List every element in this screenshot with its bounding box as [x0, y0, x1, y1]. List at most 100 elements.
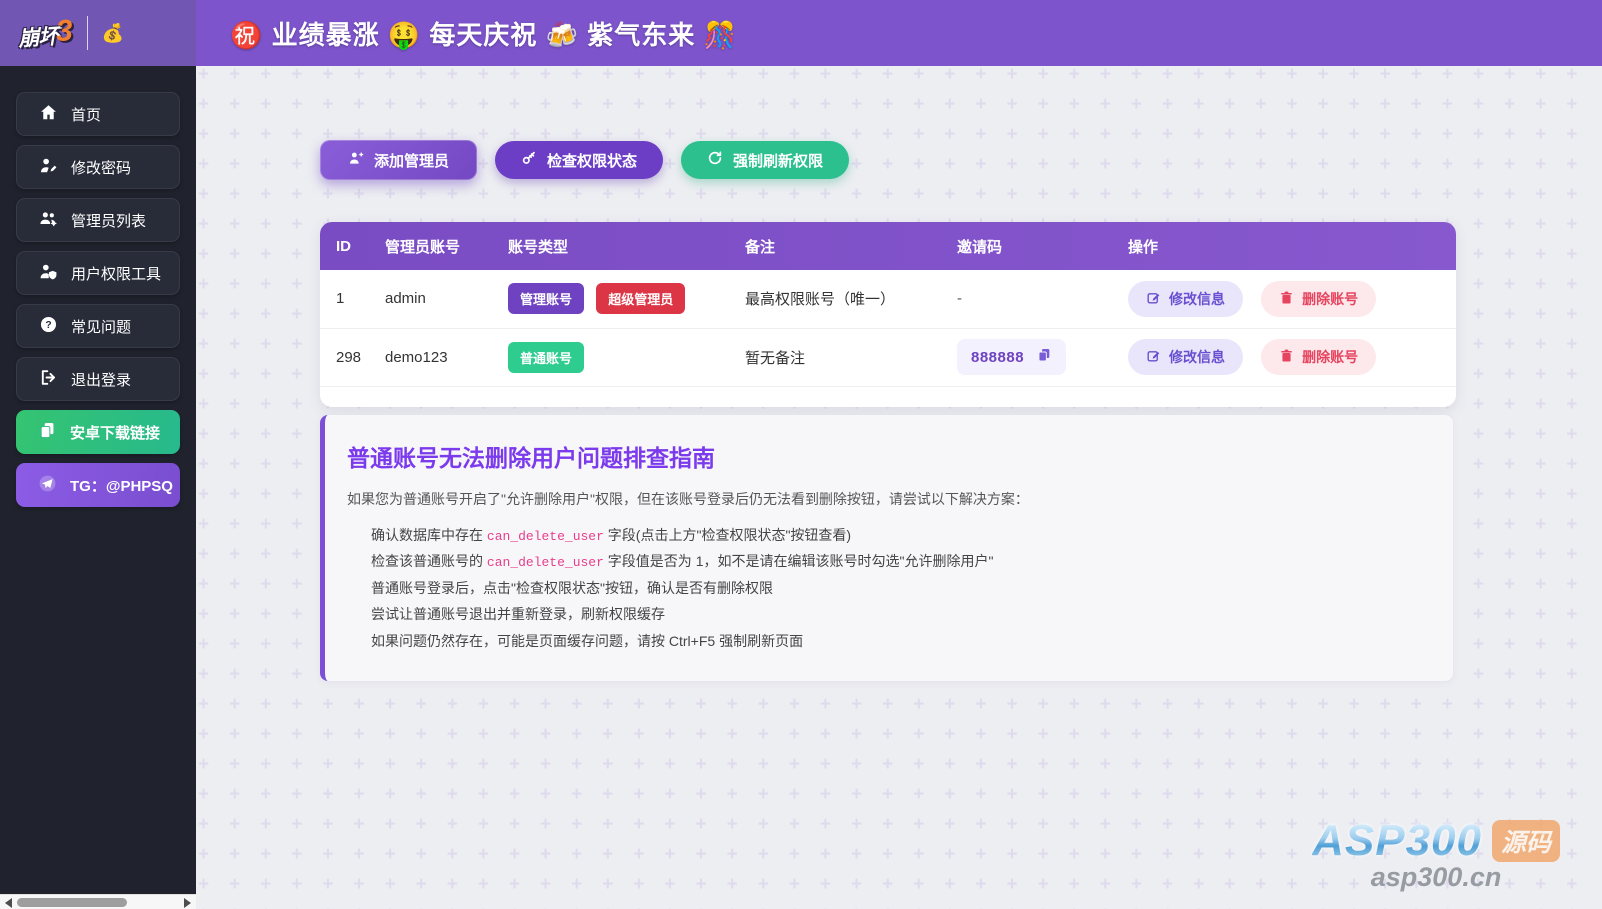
- header-brand-area: 崩坏 3 💰: [0, 0, 196, 66]
- top-header: 崩坏 3 💰 ㊗️ 业绩暴涨 🤑 每天庆祝 🍻 紫气东来 🎊: [0, 0, 1602, 66]
- edit-info-label: 修改信息: [1169, 290, 1225, 307]
- account-type-badge: 普通账号: [508, 341, 585, 373]
- refresh-icon: [707, 150, 723, 170]
- troubleshooting-guide-panel: 普通账号无法删除用户问题排查指南 如果您为普通账号开启了"允许删除用户"权限，但…: [320, 414, 1453, 681]
- main-content: ++++++++++++++++++++++++++++++++++++++++…: [196, 66, 1602, 909]
- watermark: ASP300 源码 asp300.cn: [1312, 816, 1560, 893]
- circle-question-icon: ?: [39, 315, 58, 338]
- code-field-name: can_delete_user: [486, 555, 604, 570]
- add-admin-label: 添加管理员: [374, 152, 450, 170]
- column-header-id: ID: [336, 237, 351, 255]
- watermark-domain: asp300.cn: [1370, 862, 1502, 892]
- sidebar-android-download-link[interactable]: 安卓下载链接: [16, 410, 180, 454]
- sidebar-item-label: 常见问题: [71, 318, 132, 336]
- code-field-name: can_delete_user: [486, 528, 604, 544]
- guide-step: 确认数据库中存在 can_delete_user 字段(点击上方"检查权限状态"…: [371, 526, 852, 544]
- user-shield-icon: [39, 262, 58, 285]
- sidebar-item-faq[interactable]: ? 常见问题: [16, 304, 180, 348]
- sidebar-item-logout[interactable]: 退出登录: [16, 357, 180, 401]
- logo-text: 崩坏: [17, 25, 60, 51]
- guide-step: 普通账号登录后，点击"检查权限状态"按钮，确认是否有删除权限: [371, 579, 773, 596]
- cell-actions: 修改信息 删除账号: [1128, 328, 1456, 386]
- cell-id: 298: [336, 348, 362, 366]
- add-admin-button[interactable]: 添加管理员: [320, 140, 478, 180]
- edit-icon: [1146, 348, 1161, 366]
- cell-actions: 修改信息 删除账号: [1128, 270, 1456, 328]
- watermark-brand: ASP300: [1312, 816, 1482, 865]
- user-pen-icon: [39, 156, 58, 179]
- sidebar-telegram-link[interactable]: TG：@PHPSQ: [16, 463, 180, 507]
- edit-icon: [1146, 290, 1161, 308]
- scrollbar-left-arrow[interactable]: [5, 898, 12, 908]
- guide-step: 尝试让普通账号退出并重新登录，刷新权限缓存: [371, 606, 665, 622]
- cell-note: 最高权限账号（唯一）: [745, 291, 896, 309]
- sidebar-item-change-password[interactable]: 修改密码: [16, 145, 180, 189]
- force-refresh-label: 强制刷新权限: [733, 152, 824, 170]
- sidebar-item-home[interactable]: 首页: [16, 92, 180, 136]
- toolbar: 添加管理员 检查权限状态 强制刷新权限: [320, 140, 1602, 180]
- sidebar-item-label: 修改密码: [71, 159, 132, 177]
- sidebar: 首页 修改密码 管理员列表 用户权限工具 ? 常见问题 退出登录 安卓下载链接 …: [0, 66, 196, 894]
- user-plus-icon: [348, 150, 364, 170]
- force-refresh-button[interactable]: 强制刷新权限: [681, 141, 850, 179]
- cell-invite: -: [957, 270, 1128, 328]
- check-permission-label: 检查权限状态: [547, 152, 638, 170]
- sidebar-item-label: 管理员列表: [71, 212, 147, 230]
- column-header-invite: 邀请码: [957, 238, 1003, 256]
- cell-type: 普通账号: [508, 328, 745, 386]
- header-divider: [86, 16, 88, 50]
- copy-icon: [38, 421, 57, 444]
- sidebar-item-label: 用户权限工具: [71, 265, 162, 283]
- guide-steps: 确认数据库中存在 can_delete_user 字段(点击上方"检查权限状态"…: [371, 523, 1425, 656]
- watermark-badge: 源码: [1491, 820, 1560, 862]
- edit-info-button[interactable]: 修改信息: [1128, 280, 1243, 317]
- scrollbar-right-arrow[interactable]: [184, 898, 191, 908]
- invite-code-empty: -: [957, 290, 962, 308]
- edit-info-label: 修改信息: [1169, 349, 1225, 365]
- check-permission-button[interactable]: 检查权限状态: [495, 141, 664, 179]
- sidebar-item-admin-list[interactable]: 管理员列表: [16, 198, 180, 242]
- trash-icon: [1279, 348, 1294, 366]
- logo-number: 3: [54, 14, 74, 49]
- scrollbar-thumb[interactable]: [17, 898, 127, 907]
- table-header-row: ID 管理员账号 账号类型 备注 邀请码 操作: [320, 222, 1456, 270]
- sidebar-item-label: TG：@PHPSQ: [70, 477, 173, 495]
- users-gear-icon: [39, 209, 58, 232]
- cell-id: 1: [336, 290, 345, 308]
- delete-account-button[interactable]: 删除账号: [1261, 339, 1377, 375]
- cell-invite: 888888: [957, 328, 1128, 386]
- admin-table: ID 管理员账号 账号类型 备注 邀请码 操作 1 admin 管理账号 超级管…: [320, 222, 1456, 387]
- delete-account-button[interactable]: 删除账号: [1261, 280, 1377, 317]
- cell-note: 暂无备注: [745, 349, 806, 367]
- edit-info-button[interactable]: 修改信息: [1128, 339, 1243, 375]
- horizontal-scrollbar[interactable]: [0, 894, 196, 909]
- trash-icon: [1279, 290, 1294, 308]
- table-row: 298 demo123 普通账号 暂无备注 888888 修改信息 删除账号: [320, 328, 1456, 386]
- column-header-type: 账号类型: [508, 238, 569, 256]
- table-row: 1 admin 管理账号 超级管理员 最高权限账号（唯一） - 修改信息 删除账…: [320, 270, 1456, 328]
- telegram-icon: [38, 474, 57, 497]
- invite-code-box[interactable]: 888888: [957, 339, 1067, 375]
- super-admin-badge: 超级管理员: [596, 283, 686, 315]
- guide-step: 检查该普通账号的 can_delete_user 字段值是否为 1，如不是请在编…: [371, 553, 994, 570]
- header-banner: ㊗️ 业绩暴涨 🤑 每天庆祝 🍻 紫气东来 🎊: [196, 0, 1602, 66]
- column-header-account: 管理员账号: [385, 238, 461, 256]
- app-logo: 崩坏 3: [17, 14, 74, 51]
- guide-title: 普通账号无法删除用户问题排查指南: [347, 444, 715, 471]
- svg-text:?: ?: [45, 320, 51, 331]
- guide-step: 如果问题仍然存在，可能是页面缓存问题，请按 Ctrl+F5 强制刷新页面: [371, 632, 804, 649]
- banner-title: ㊗️ 业绩暴涨 🤑 每天庆祝 🍻 紫气东来 🎊: [230, 19, 737, 50]
- column-header-actions: 操作: [1128, 238, 1159, 256]
- cell-account: admin: [385, 290, 426, 308]
- key-icon: [521, 150, 537, 170]
- money-bag-icon: 💰: [101, 22, 125, 43]
- admin-table-card: ID 管理员账号 账号类型 备注 邀请码 操作 1 admin 管理账号 超级管…: [320, 222, 1456, 407]
- invite-code-value: 888888: [971, 348, 1025, 366]
- cell-type: 管理账号 超级管理员: [508, 270, 745, 328]
- sidebar-item-user-permission-tools[interactable]: 用户权限工具: [16, 251, 180, 295]
- delete-account-label: 删除账号: [1302, 290, 1359, 307]
- sidebar-item-label: 首页: [71, 106, 102, 124]
- sidebar-item-label: 退出登录: [71, 371, 132, 389]
- copy-icon[interactable]: [1036, 347, 1052, 367]
- sidebar-item-label: 安卓下载链接: [70, 424, 161, 442]
